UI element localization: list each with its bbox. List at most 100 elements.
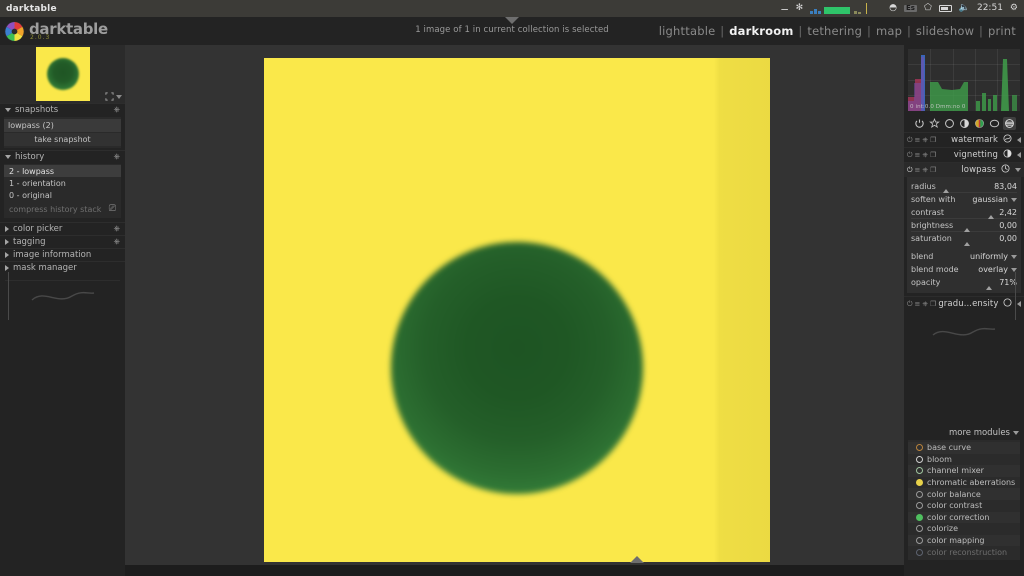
compress-icon[interactable]: ⎚ (109, 204, 116, 214)
keyboard-layout-indicator[interactable]: Es (903, 5, 917, 12)
slider-brightness[interactable]: brightness 0,00 (911, 219, 1017, 232)
combo-blend[interactable]: blend uniformly (911, 250, 1017, 263)
compress-history-stack-button[interactable]: compress history stack ⎚ (4, 201, 121, 217)
watermark-expand-chevron-right-icon[interactable] (1017, 137, 1021, 143)
snapshot-item[interactable]: lowpass (2) (4, 119, 121, 132)
slider-saturation[interactable]: saturation 0,00 (911, 232, 1017, 246)
module-header-watermark[interactable]: ⏻ ≡ ⎈ ❐ watermark (904, 132, 1024, 147)
blend-mode-chevron-down-icon[interactable] (1011, 267, 1017, 272)
history-header[interactable]: history ⎈ (0, 150, 125, 163)
collapse-bottom-panel-chevron-up-icon[interactable] (630, 556, 644, 563)
snapshots-reset-icon[interactable]: ⎈ (114, 105, 120, 115)
history-reset-icon[interactable]: ⎈ (114, 152, 120, 162)
soften-with-chevron-down-icon[interactable] (1011, 197, 1017, 202)
combo-soften-with[interactable]: soften with gaussian (911, 193, 1017, 206)
lowpass-presets-icon[interactable]: ≡ (915, 166, 921, 174)
navigation-thumbnail[interactable] (35, 47, 90, 101)
wifi-icon[interactable]: ◓ (889, 4, 897, 13)
vignetting-reset-icon[interactable]: ⎈ (922, 151, 928, 159)
history-item-original[interactable]: 0 - original (4, 189, 121, 201)
usb-icon[interactable]: ⚊ (781, 4, 789, 13)
navigation-zoom-controls[interactable] (105, 92, 122, 101)
take-snapshot-button[interactable]: take snapshot (4, 133, 121, 146)
color-picker-reset-icon[interactable]: ⎈ (114, 224, 120, 234)
list-item[interactable]: color correction (908, 511, 1020, 524)
list-item[interactable]: color balance (908, 488, 1020, 500)
watermark-reset-icon[interactable]: ⎈ (922, 136, 928, 144)
favorite-modules-tab[interactable] (928, 117, 941, 130)
collapse-top-panel-chevron-down-icon[interactable] (505, 17, 519, 24)
view-print[interactable]: print (988, 24, 1016, 38)
bug-icon[interactable]: ✻ (796, 4, 804, 13)
settings-icon[interactable]: ⚙ (1010, 4, 1018, 13)
saturation-slider-knob[interactable] (964, 242, 970, 246)
radius-slider-knob[interactable] (942, 189, 949, 193)
history-item-lowpass[interactable]: 2 - lowpass (4, 165, 121, 177)
basic-group-tab[interactable] (943, 117, 956, 130)
center-image-view[interactable] (125, 45, 904, 565)
more-modules-chevron-down-icon[interactable] (1013, 431, 1019, 435)
navigation-module[interactable] (0, 45, 125, 103)
list-item[interactable]: color reconstruction (908, 546, 1020, 558)
list-item[interactable]: base curve (908, 442, 1020, 454)
tagging-header[interactable]: tagging ⎈ (0, 235, 125, 248)
effect-group-tab[interactable] (1002, 117, 1016, 130)
list-item[interactable]: color mapping (908, 534, 1020, 547)
list-item[interactable]: bloom (908, 454, 1020, 466)
list-item[interactable]: chromatic aberrations (908, 477, 1020, 489)
edited-image[interactable] (264, 58, 770, 562)
snapshots-header[interactable]: snapshots ⎈ (0, 103, 125, 116)
module-header-lowpass[interactable]: ⏻ ≡ ⎈ ❐ lowpass (904, 162, 1024, 177)
fit-to-screen-icon[interactable] (105, 92, 114, 101)
image-information-header[interactable]: image information (0, 248, 125, 261)
list-item[interactable]: color contrast (908, 500, 1020, 512)
vignetting-expand-chevron-right-icon[interactable] (1017, 152, 1021, 158)
navigation-chevron-down-icon[interactable] (116, 94, 122, 99)
vignetting-multi-instance-icon[interactable]: ❐ (930, 151, 936, 159)
graduated-density-power-icon[interactable]: ⏻ (907, 300, 913, 308)
slider-contrast[interactable]: contrast 2,42 (911, 206, 1017, 219)
view-tethering[interactable]: tethering (807, 24, 862, 38)
history-item-orientation[interactable]: 1 - orientation (4, 177, 121, 189)
graduated-density-multi-instance-icon[interactable]: ❐ (930, 300, 936, 308)
combo-blend-mode[interactable]: blend mode overlay (911, 263, 1017, 276)
module-header-graduated-density[interactable]: ⏻ ≡ ⎈ ❐ gradu...ensity (904, 296, 1024, 311)
volume-muted-icon[interactable]: 🔈 (959, 4, 970, 13)
slider-radius[interactable]: radius 83,04 (911, 180, 1017, 193)
color-group-tab[interactable] (973, 117, 986, 130)
battery-icon[interactable] (938, 5, 952, 12)
lowpass-reset-icon[interactable]: ⎈ (922, 166, 928, 174)
view-map[interactable]: map (876, 24, 902, 38)
graduated-density-expand-chevron-right-icon[interactable] (1017, 301, 1022, 307)
list-item[interactable]: channel mixer (908, 465, 1020, 477)
color-picker-header[interactable]: color picker ⎈ (0, 222, 125, 235)
view-lighttable[interactable]: lighttable (659, 24, 716, 38)
vignetting-power-icon[interactable]: ⏻ (907, 151, 913, 159)
bluetooth-icon[interactable]: ⬠ (924, 4, 932, 13)
opacity-slider-knob[interactable] (986, 286, 993, 290)
watermark-power-icon[interactable]: ⏻ (907, 136, 913, 144)
view-darkroom[interactable]: darkroom (729, 24, 793, 38)
network-graph-icon[interactable] (810, 3, 882, 14)
list-item[interactable]: colorize (908, 523, 1020, 535)
clock-time[interactable]: 22:51 (977, 4, 1003, 13)
blend-chevron-down-icon[interactable] (1011, 254, 1017, 259)
tagging-reset-icon[interactable]: ⎈ (114, 237, 120, 247)
view-slideshow[interactable]: slideshow (916, 24, 974, 38)
watermark-multi-instance-icon[interactable]: ❐ (930, 136, 936, 144)
more-modules-button[interactable]: more modules (904, 425, 1024, 440)
lowpass-power-icon[interactable]: ⏻ (907, 166, 913, 174)
histogram-module[interactable]: 0 int:0.0 Dmm:no 0 (908, 49, 1020, 111)
correction-group-tab[interactable] (988, 117, 1001, 130)
mask-manager-header[interactable]: mask manager (0, 261, 125, 274)
graduated-density-reset-icon[interactable]: ⎈ (922, 300, 928, 308)
lowpass-collapse-chevron-down-icon[interactable] (1015, 168, 1021, 172)
vignetting-presets-icon[interactable]: ≡ (915, 151, 921, 159)
lowpass-multi-instance-icon[interactable]: ❐ (930, 166, 936, 174)
module-header-vignetting[interactable]: ⏻ ≡ ⎈ ❐ vignetting (904, 147, 1024, 162)
slider-opacity[interactable]: opacity 71% (911, 276, 1017, 290)
graduated-density-presets-icon[interactable]: ≡ (915, 300, 921, 308)
watermark-presets-icon[interactable]: ≡ (915, 136, 921, 144)
tone-group-tab[interactable] (958, 117, 971, 130)
active-modules-tab[interactable] (913, 117, 926, 130)
